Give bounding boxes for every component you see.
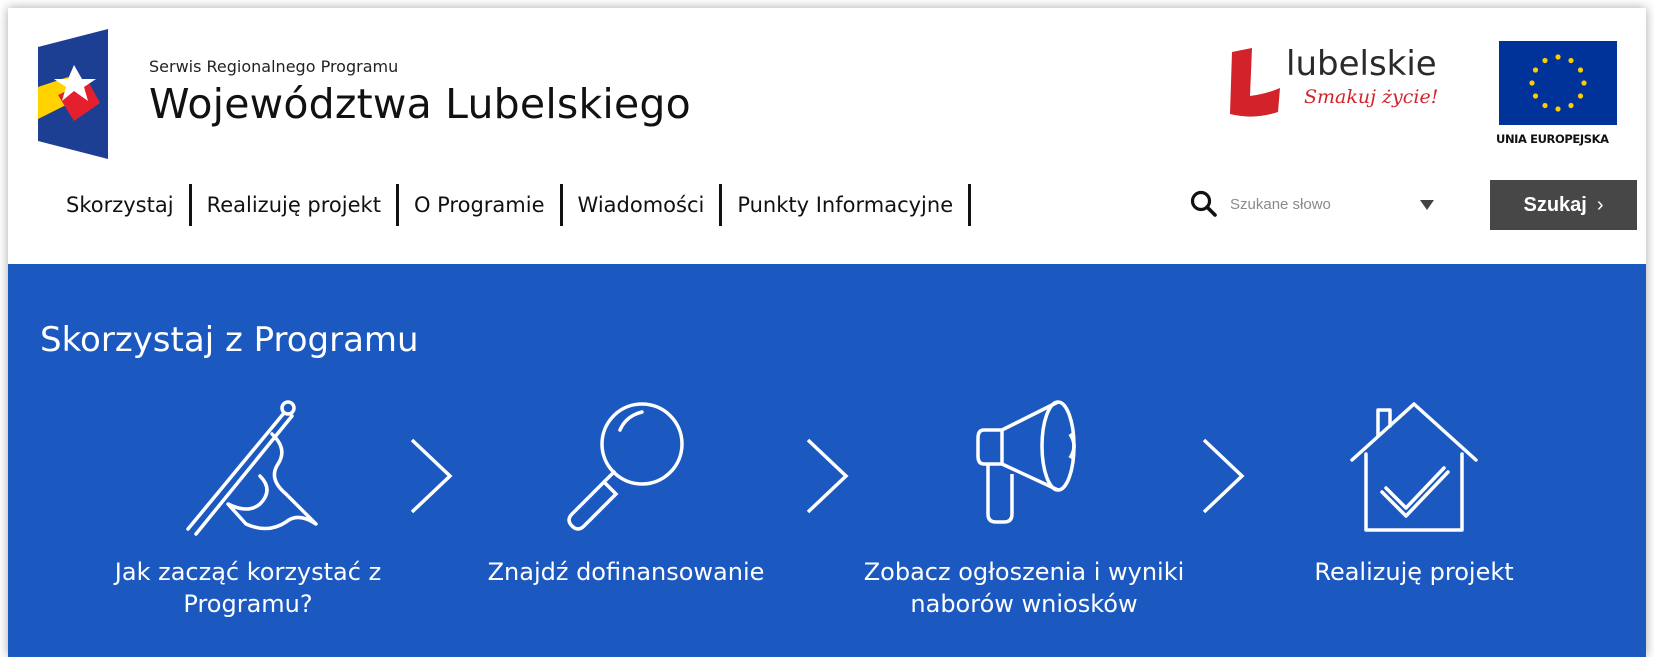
step-card-ogloszenia[interactable]: Zobacz ogłoszenia i wyniki naborów wnios… [854, 394, 1194, 620]
nav-divider [719, 184, 723, 226]
eu-star [1581, 80, 1587, 86]
step-card-realizuje-projekt[interactable]: Realizuję projekt [1244, 394, 1584, 588]
eu-star [1532, 67, 1539, 73]
eu-star [1532, 93, 1539, 99]
hero-title: Skorzystaj z Programu [40, 320, 419, 360]
eu-star [1577, 67, 1584, 73]
chevron-right-icon: › [1596, 193, 1604, 216]
step-label-line: Realizuję projekt [1314, 558, 1514, 586]
step-card-znajdz-dofinansowanie[interactable]: Znajdź dofinansowanie [456, 394, 796, 588]
lubelskie-l-mark [1230, 48, 1280, 117]
step-label-line: Zobacz ogłoszenia i wyniki [863, 558, 1185, 586]
search-button[interactable]: Szukaj › [1490, 180, 1637, 230]
nav-divider [395, 184, 399, 226]
step-label: Jak zacząć korzystać z Programu? [78, 556, 418, 620]
step-card-jak-zaczac[interactable]: Jak zacząć korzystać z Programu? [78, 394, 418, 620]
nav-divider [559, 184, 563, 226]
step-label-line: Jak zacząć korzystać z [114, 558, 382, 586]
step-label: Znajdź dofinansowanie [456, 556, 796, 588]
main-nav: Skorzystaj Realizuję projekt O Programie… [66, 184, 986, 226]
eu-star [1568, 102, 1574, 109]
eu-star [1529, 80, 1535, 86]
megaphone-icon [976, 400, 1076, 524]
nav-item-punkty-informacyjne[interactable]: Punkty Informacyjne [737, 193, 953, 217]
flag-icon [186, 400, 318, 536]
lubelskie-logo[interactable]: lubelskie Smakuj życie! [1226, 42, 1456, 122]
brand-title[interactable]: Województwa Lubelskiego [149, 80, 691, 128]
eu-star [1555, 54, 1561, 60]
eu-star [1555, 106, 1561, 112]
eu-label: UNIA EUROPEJSKA [1496, 132, 1609, 146]
chevron-right-icon [410, 438, 453, 514]
step-label-line: naborów wniosków [910, 590, 1138, 618]
house-check-icon [1350, 402, 1478, 532]
eu-star [1577, 93, 1584, 99]
nav-divider [968, 184, 972, 226]
step-label: Realizuję projekt [1244, 556, 1584, 588]
step-label: Zobacz ogłoszenia i wyniki naborów wnios… [854, 556, 1194, 620]
eu-star [1568, 57, 1574, 64]
nav-divider [188, 184, 192, 226]
chevron-right-icon [1202, 438, 1245, 514]
search-input[interactable] [1230, 192, 1380, 216]
chevron-right-icon [806, 438, 849, 514]
step-label-line: Znajdź dofinansowanie [487, 558, 765, 586]
page-frame: Serwis Regionalnego Programu Województwa… [8, 8, 1646, 657]
step-label-line: Programu? [183, 590, 313, 618]
fundusze-europejskie-logo[interactable] [38, 29, 108, 159]
eu-star [1542, 57, 1548, 64]
nav-item-realizuje-projekt[interactable]: Realizuję projekt [207, 193, 381, 217]
hero-section: Skorzystaj z Programu Jak zacząć korzyst… [8, 264, 1646, 657]
magnifier-icon [567, 402, 684, 531]
search-scope-dropdown-icon[interactable] [1420, 200, 1434, 210]
brand-subtitle: Serwis Regionalnego Programu [149, 57, 399, 76]
lubelskie-wordmark: lubelskie [1286, 44, 1437, 84]
eu-flag-icon [1499, 41, 1617, 125]
search-button-label: Szukaj [1523, 193, 1587, 216]
nav-item-wiadomosci[interactable]: Wiadomości [578, 193, 705, 217]
nav-item-skorzystaj[interactable]: Skorzystaj [66, 193, 174, 217]
search-icon [1190, 190, 1217, 217]
nav-item-o-programie[interactable]: O Programie [414, 193, 545, 217]
eu-star [1542, 102, 1548, 109]
lubelskie-slogan: Smakuj życie! [1304, 86, 1439, 108]
